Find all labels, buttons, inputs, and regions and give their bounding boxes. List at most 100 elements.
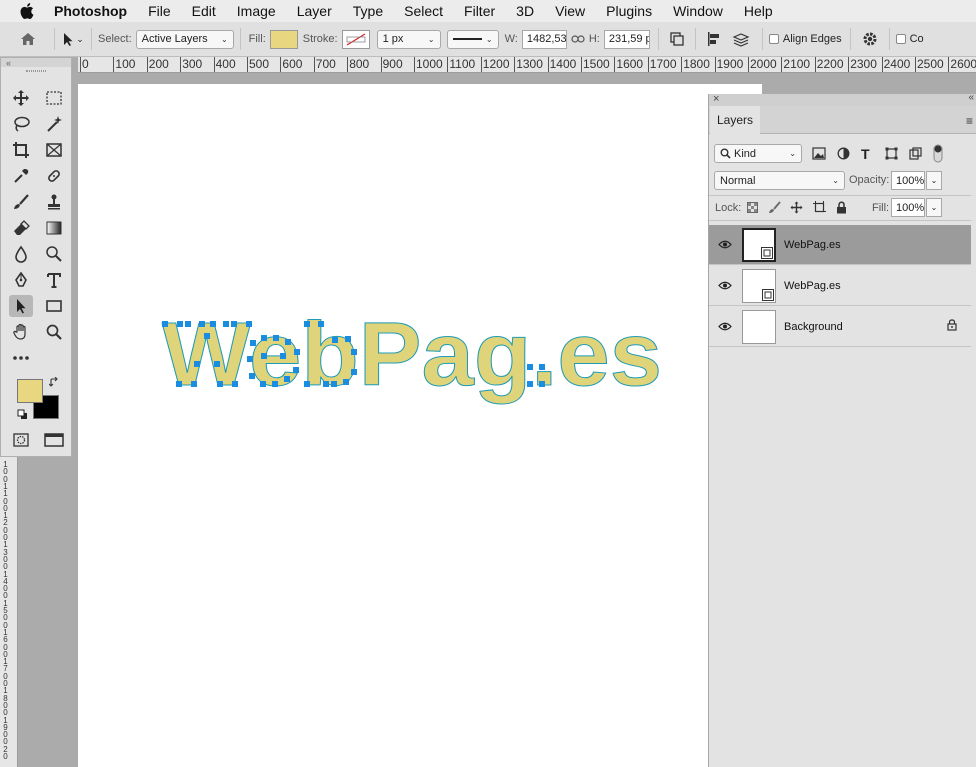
anchor-point[interactable]: [294, 349, 300, 355]
filter-type-icon[interactable]: T: [861, 146, 870, 162]
anchor-point[interactable]: [332, 337, 338, 343]
anchor-point[interactable]: [527, 381, 533, 387]
anchor-point[interactable]: [199, 321, 205, 327]
menu-type[interactable]: Type: [353, 3, 383, 19]
tools-grip[interactable]: [1, 67, 71, 75]
menu-app[interactable]: Photoshop: [54, 3, 127, 19]
anchor-point[interactable]: [217, 381, 223, 387]
opacity-chevron-icon[interactable]: ⌄: [926, 171, 942, 190]
menu-plugins[interactable]: Plugins: [606, 3, 652, 19]
tab-layers[interactable]: Layers: [710, 106, 760, 134]
path-arrangement-icon[interactable]: [726, 31, 756, 47]
path-selection-tool-icon[interactable]: [61, 32, 75, 47]
collapse-panel-icon[interactable]: «: [968, 92, 974, 103]
pen-tool-icon[interactable]: [9, 269, 33, 291]
layer-row[interactable]: WebPag.es: [709, 266, 971, 306]
anchor-point[interactable]: [223, 321, 229, 327]
panel-menu-icon[interactable]: ≡: [966, 114, 973, 128]
anchor-point[interactable]: [231, 321, 237, 327]
tool-preset-chevron-icon[interactable]: ⌄: [75, 34, 85, 45]
gradient-tool-icon[interactable]: [42, 217, 66, 239]
anchor-point[interactable]: [304, 321, 310, 327]
menu-help[interactable]: Help: [744, 3, 773, 19]
anchor-point[interactable]: [194, 361, 200, 367]
menu-image[interactable]: Image: [237, 3, 276, 19]
anchor-point[interactable]: [247, 356, 253, 362]
anchor-point[interactable]: [249, 373, 255, 379]
path-selection-tool-active-icon[interactable]: [9, 295, 33, 317]
swap-colors-icon[interactable]: [48, 376, 60, 391]
menu-edit[interactable]: Edit: [192, 3, 216, 19]
fill-input[interactable]: 100%: [891, 198, 925, 217]
anchor-point[interactable]: [343, 379, 349, 385]
menu-window[interactable]: Window: [673, 3, 723, 19]
filter-adjustment-icon[interactable]: [837, 147, 850, 163]
anchor-point[interactable]: [260, 381, 266, 387]
anchor-point[interactable]: [323, 381, 329, 387]
move-tool-icon[interactable]: [9, 87, 33, 109]
lock-pixels-icon[interactable]: [768, 201, 781, 217]
fill-chevron-icon[interactable]: ⌄: [926, 198, 942, 217]
quick-mask-icon[interactable]: [9, 429, 33, 451]
anchor-point[interactable]: [204, 333, 210, 339]
constrain-checkbox[interactable]: [895, 34, 906, 44]
gear-icon[interactable]: [857, 31, 883, 47]
anchor-point[interactable]: [191, 381, 197, 387]
tools-collapse-icon[interactable]: «: [1, 58, 71, 68]
fill-swatch[interactable]: [269, 29, 298, 49]
eye-icon[interactable]: [709, 322, 741, 331]
anchor-point[interactable]: [527, 364, 533, 370]
crop-tool-icon[interactable]: [9, 139, 33, 161]
align-edges-checkbox[interactable]: [768, 34, 779, 44]
opacity-input[interactable]: 100%: [891, 171, 925, 190]
apple-icon[interactable]: [20, 3, 36, 19]
menu-file[interactable]: File: [148, 3, 171, 19]
lock-transparent-icon[interactable]: [747, 202, 758, 216]
magic-wand-tool-icon[interactable]: [42, 113, 66, 135]
brush-tool-icon[interactable]: [9, 191, 33, 213]
frame-tool-icon[interactable]: [42, 139, 66, 161]
filter-smart-object-icon[interactable]: [909, 147, 922, 163]
select-dropdown[interactable]: Active Layers ⌄: [135, 29, 234, 49]
anchor-point[interactable]: [176, 381, 182, 387]
anchor-point[interactable]: [280, 353, 286, 359]
anchor-point[interactable]: [273, 335, 279, 341]
layer-row-background[interactable]: Background: [709, 307, 971, 347]
canvas-text-shape[interactable]: WebPag.es: [162, 305, 663, 406]
zoom-tool-icon[interactable]: [42, 321, 66, 343]
layer-filter-dropdown[interactable]: Kind ⌄: [714, 144, 802, 163]
anchor-point[interactable]: [261, 353, 267, 359]
layers-panel-titlebar[interactable]: × «: [709, 92, 976, 106]
stroke-swatch[interactable]: [341, 29, 370, 49]
rectangle-tool-icon[interactable]: [42, 295, 66, 317]
close-icon[interactable]: ×: [713, 93, 719, 105]
anchor-point[interactable]: [250, 340, 256, 346]
eye-icon[interactable]: [709, 281, 741, 290]
anchor-point[interactable]: [285, 339, 291, 345]
anchor-point[interactable]: [351, 369, 357, 375]
hand-tool-icon[interactable]: [9, 321, 33, 343]
lock-all-icon[interactable]: [836, 201, 847, 217]
menu-filter[interactable]: Filter: [464, 3, 495, 19]
height-input[interactable]: 231,59 p: [603, 29, 650, 49]
healing-brush-tool-icon[interactable]: [42, 165, 66, 187]
eyedropper-tool-icon[interactable]: [9, 165, 33, 187]
menu-3d[interactable]: 3D: [516, 3, 534, 19]
layer-name[interactable]: WebPag.es: [784, 239, 841, 251]
anchor-point[interactable]: [232, 381, 238, 387]
blur-tool-icon[interactable]: [9, 243, 33, 265]
anchor-point[interactable]: [214, 361, 220, 367]
anchor-point[interactable]: [246, 321, 252, 327]
width-input[interactable]: 1482,53: [521, 29, 567, 49]
anchor-point[interactable]: [318, 321, 324, 327]
anchor-point[interactable]: [351, 349, 357, 355]
home-icon[interactable]: [17, 32, 39, 46]
anchor-point[interactable]: [177, 321, 183, 327]
lasso-tool-icon[interactable]: [9, 113, 33, 135]
link-icon[interactable]: [567, 34, 589, 44]
anchor-point[interactable]: [304, 381, 310, 387]
anchor-point[interactable]: [261, 335, 267, 341]
stroke-width-dropdown[interactable]: 1 px ⌄: [376, 29, 441, 49]
layer-name[interactable]: WebPag.es: [784, 280, 841, 292]
layer-row-selected[interactable]: WebPag.es: [709, 225, 971, 265]
